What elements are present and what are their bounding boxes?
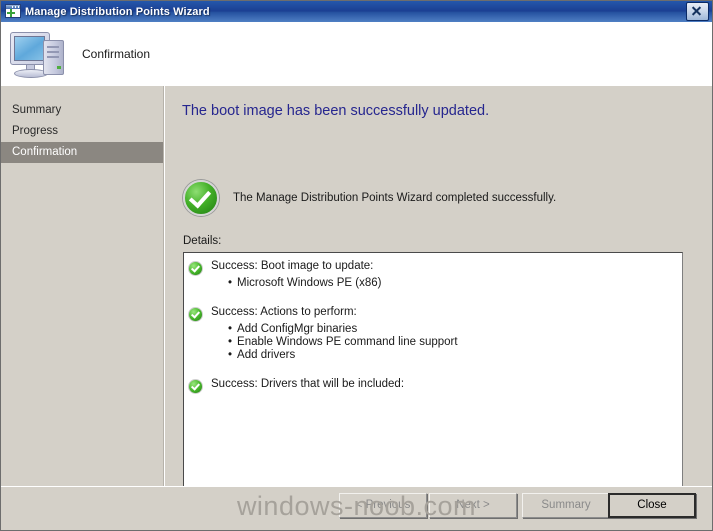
sidebar-item-progress[interactable]: Progress — [1, 121, 163, 142]
sidebar-divider — [163, 86, 165, 486]
detail-item: Add drivers — [228, 349, 682, 361]
page-title: The boot image has been successfully upd… — [182, 103, 490, 119]
detail-group-header: Success: Actions to perform: — [184, 306, 682, 322]
detail-group-title: Success: Drivers that will be included: — [211, 378, 405, 390]
wizard-window-plus-icon — [5, 4, 21, 19]
detail-group: Success: Boot image to update: Microsoft… — [184, 257, 682, 292]
wizard-content-pane: The boot image has been successfully upd… — [166, 86, 712, 486]
window-title: Manage Distribution Points Wizard — [25, 5, 210, 18]
detail-group-title: Success: Actions to perform: — [211, 306, 357, 318]
wizard-header: Confirmation — [1, 22, 712, 86]
detail-spacer — [184, 292, 682, 303]
success-check-icon — [188, 261, 203, 276]
details-label: Details: — [183, 235, 222, 247]
detail-item: Microsoft Windows PE (x86) — [228, 277, 682, 289]
previous-button[interactable]: < Previous — [339, 493, 427, 518]
completion-status-row: The Manage Distribution Points Wizard co… — [183, 180, 556, 216]
detail-group-header: Success: Drivers that will be included: — [184, 378, 682, 394]
detail-item: Add ConfigMgr binaries — [228, 323, 682, 335]
sidebar-item-summary[interactable]: Summary — [1, 100, 163, 121]
detail-group-header: Success: Boot image to update: — [184, 260, 682, 276]
detail-group: Success: Actions to perform: Add ConfigM… — [184, 303, 682, 364]
success-check-icon — [188, 307, 203, 322]
wizard-step-list: Summary Progress Confirmation — [1, 86, 163, 486]
close-window-button[interactable] — [686, 2, 709, 21]
wizard-step-title: Confirmation — [82, 47, 151, 61]
close-button[interactable]: Close — [608, 493, 696, 518]
success-check-icon — [183, 180, 219, 216]
detail-group-title: Success: Boot image to update: — [211, 260, 374, 272]
next-button[interactable]: Next > — [429, 493, 517, 518]
details-listbox[interactable]: Success: Boot image to update: Microsoft… — [183, 252, 683, 486]
detail-group: Success: Drivers that will be included: — [184, 375, 682, 397]
computer-icon — [7, 26, 69, 82]
title-bar: Manage Distribution Points Wizard — [1, 1, 712, 22]
sidebar-item-confirmation[interactable]: Confirmation — [1, 142, 163, 163]
wizard-button-bar: < Previous Next > Summary Close — [1, 486, 712, 530]
detail-item: Enable Windows PE command line support — [228, 336, 682, 348]
completion-message: The Manage Distribution Points Wizard co… — [233, 192, 557, 204]
wizard-window: Manage Distribution Points Wizard Confir… — [0, 0, 713, 531]
detail-spacer — [184, 364, 682, 375]
summary-button[interactable]: Summary — [522, 493, 610, 518]
success-check-icon — [188, 379, 203, 394]
